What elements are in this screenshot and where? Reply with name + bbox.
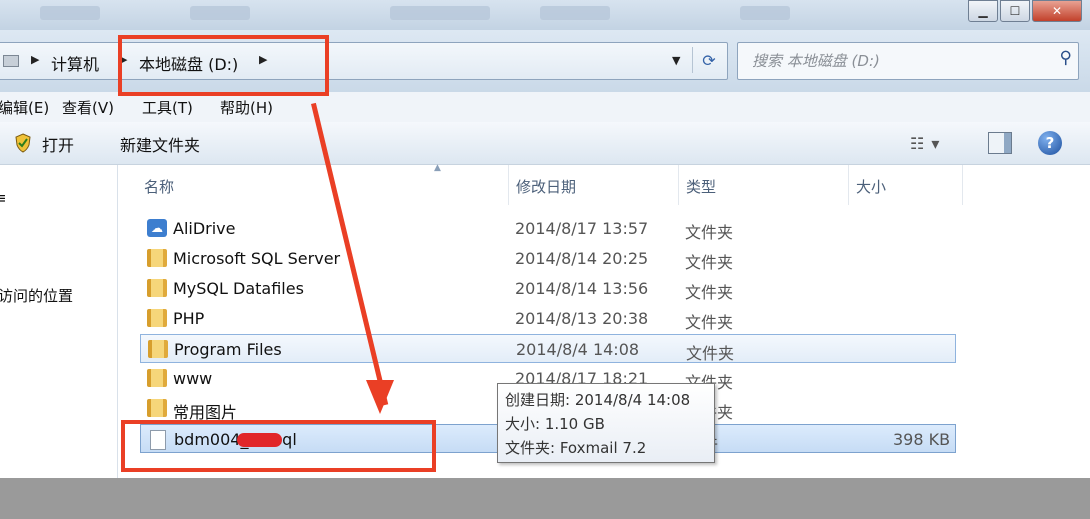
tooltip-created: 创建日期: 2014/8/4 14:08 bbox=[505, 391, 691, 409]
file-date: 2014/8/14 20:25 bbox=[515, 249, 649, 268]
menu-view[interactable]: 查看(V) bbox=[62, 97, 114, 118]
file-name: PHP bbox=[173, 309, 205, 328]
file-type: 文件夹 bbox=[685, 253, 734, 272]
folder-icon bbox=[147, 279, 167, 297]
view-options-icon[interactable]: ☷ ▾ bbox=[910, 134, 940, 153]
list-item[interactable]: MySQL Datafiles 2014/8/14 13:56 文件夹 bbox=[140, 274, 956, 303]
menu-help[interactable]: 帮助(H) bbox=[220, 97, 273, 118]
breadcrumb-arrow-icon[interactable]: ▶ bbox=[31, 53, 39, 66]
file-type: 文件夹 bbox=[685, 313, 734, 332]
breadcrumb-computer[interactable]: 计算机 bbox=[51, 51, 99, 75]
tooltip-folders: 文件夹: Foxmail 7.2 bbox=[505, 439, 647, 457]
file-tooltip: 创建日期: 2014/8/4 14:08 大小: 1.10 GB 文件夹: Fo… bbox=[497, 383, 715, 463]
file-date: 2014/8/17 13:57 bbox=[515, 219, 649, 238]
tooltip-size: 大小: 1.10 GB bbox=[505, 415, 605, 433]
shield-icon bbox=[15, 133, 31, 153]
blurred-title-text bbox=[190, 6, 250, 20]
preview-pane-icon[interactable] bbox=[988, 132, 1012, 154]
file-name: Program Files bbox=[174, 340, 282, 359]
folder-icon bbox=[147, 399, 167, 417]
list-item[interactable]: PHP 2014/8/13 20:38 文件夹 bbox=[140, 304, 956, 333]
list-item[interactable]: Program Files 2014/8/4 14:08 文件夹 bbox=[140, 334, 956, 363]
nav-item-partial[interactable]: ≡ bbox=[0, 189, 7, 207]
file-date: 2014/8/14 13:56 bbox=[515, 279, 649, 298]
list-item[interactable]: Microsoft SQL Server 2014/8/14 20:25 文件夹 bbox=[140, 244, 956, 273]
navigation-pane: ≡ 访问的位置 bbox=[0, 165, 118, 519]
file-type: 文件夹 bbox=[685, 283, 734, 302]
folder-icon bbox=[147, 309, 167, 327]
file-size: 398 KB bbox=[893, 430, 951, 449]
nav-item-recent-places[interactable]: 访问的位置 bbox=[0, 285, 73, 306]
annotation-arrow-head bbox=[366, 380, 394, 414]
drive-icon bbox=[3, 55, 19, 67]
minimize-button[interactable]: ▁ bbox=[968, 0, 998, 22]
close-button[interactable]: ✕ bbox=[1032, 0, 1082, 22]
refresh-icon[interactable]: ⟳ bbox=[692, 47, 725, 73]
annotation-box-file bbox=[121, 420, 436, 472]
file-name: MySQL Datafiles bbox=[173, 279, 304, 298]
file-date: 2014/8/4 14:08 bbox=[516, 340, 640, 359]
folder-icon bbox=[147, 249, 167, 267]
file-name: Microsoft SQL Server bbox=[173, 249, 341, 268]
blurred-title-text bbox=[540, 6, 610, 20]
annotation-box-address bbox=[118, 35, 329, 96]
file-type: 文件夹 bbox=[685, 223, 734, 242]
title-bar: ▁ ☐ ✕ bbox=[0, 0, 1090, 30]
blurred-title-text bbox=[390, 6, 490, 20]
file-name: AliDrive bbox=[173, 219, 236, 238]
file-name: www bbox=[173, 369, 213, 388]
menu-bar: 编辑(E) 查看(V) 工具(T) 帮助(H) bbox=[0, 92, 1090, 123]
column-header-type[interactable]: 类型 bbox=[678, 165, 849, 205]
open-button[interactable]: 打开 bbox=[42, 132, 74, 156]
search-box: ⚲ bbox=[737, 42, 1079, 80]
column-header-name[interactable]: 名称 bbox=[136, 165, 509, 205]
new-folder-button[interactable]: 新建文件夹 bbox=[120, 132, 200, 156]
blurred-title-text bbox=[40, 6, 100, 20]
file-date: 2014/8/13 20:38 bbox=[515, 309, 649, 328]
search-input[interactable] bbox=[750, 49, 1044, 73]
command-toolbar: 打开 新建文件夹 ☷ ▾ ? bbox=[0, 122, 1090, 165]
menu-tools[interactable]: 工具(T) bbox=[142, 97, 193, 118]
folder-icon bbox=[147, 369, 167, 387]
window-controls: ▁ ☐ ✕ bbox=[966, 0, 1082, 22]
column-header-modified[interactable]: 修改日期 bbox=[508, 165, 679, 205]
blurred-title-text bbox=[740, 6, 790, 20]
search-icon[interactable]: ⚲ bbox=[1060, 48, 1072, 68]
help-icon[interactable]: ? bbox=[1038, 131, 1062, 155]
maximize-button[interactable]: ☐ bbox=[1000, 0, 1030, 22]
folder-icon bbox=[148, 340, 168, 358]
file-type: 文件夹 bbox=[686, 344, 735, 363]
bottom-area bbox=[0, 478, 1090, 519]
column-header-size[interactable]: 大小 bbox=[848, 165, 963, 205]
address-bar[interactable]: ▶ 计算机 ▶ 本地磁盘 (D:) ▶ ▼ ⟳ bbox=[0, 42, 728, 80]
menu-edit[interactable]: 编辑(E) bbox=[0, 97, 49, 118]
list-item[interactable]: ☁ AliDrive 2014/8/17 13:57 文件夹 bbox=[140, 214, 956, 243]
alidrive-icon: ☁ bbox=[147, 219, 167, 237]
address-dropdown-icon[interactable]: ▼ bbox=[672, 54, 680, 67]
